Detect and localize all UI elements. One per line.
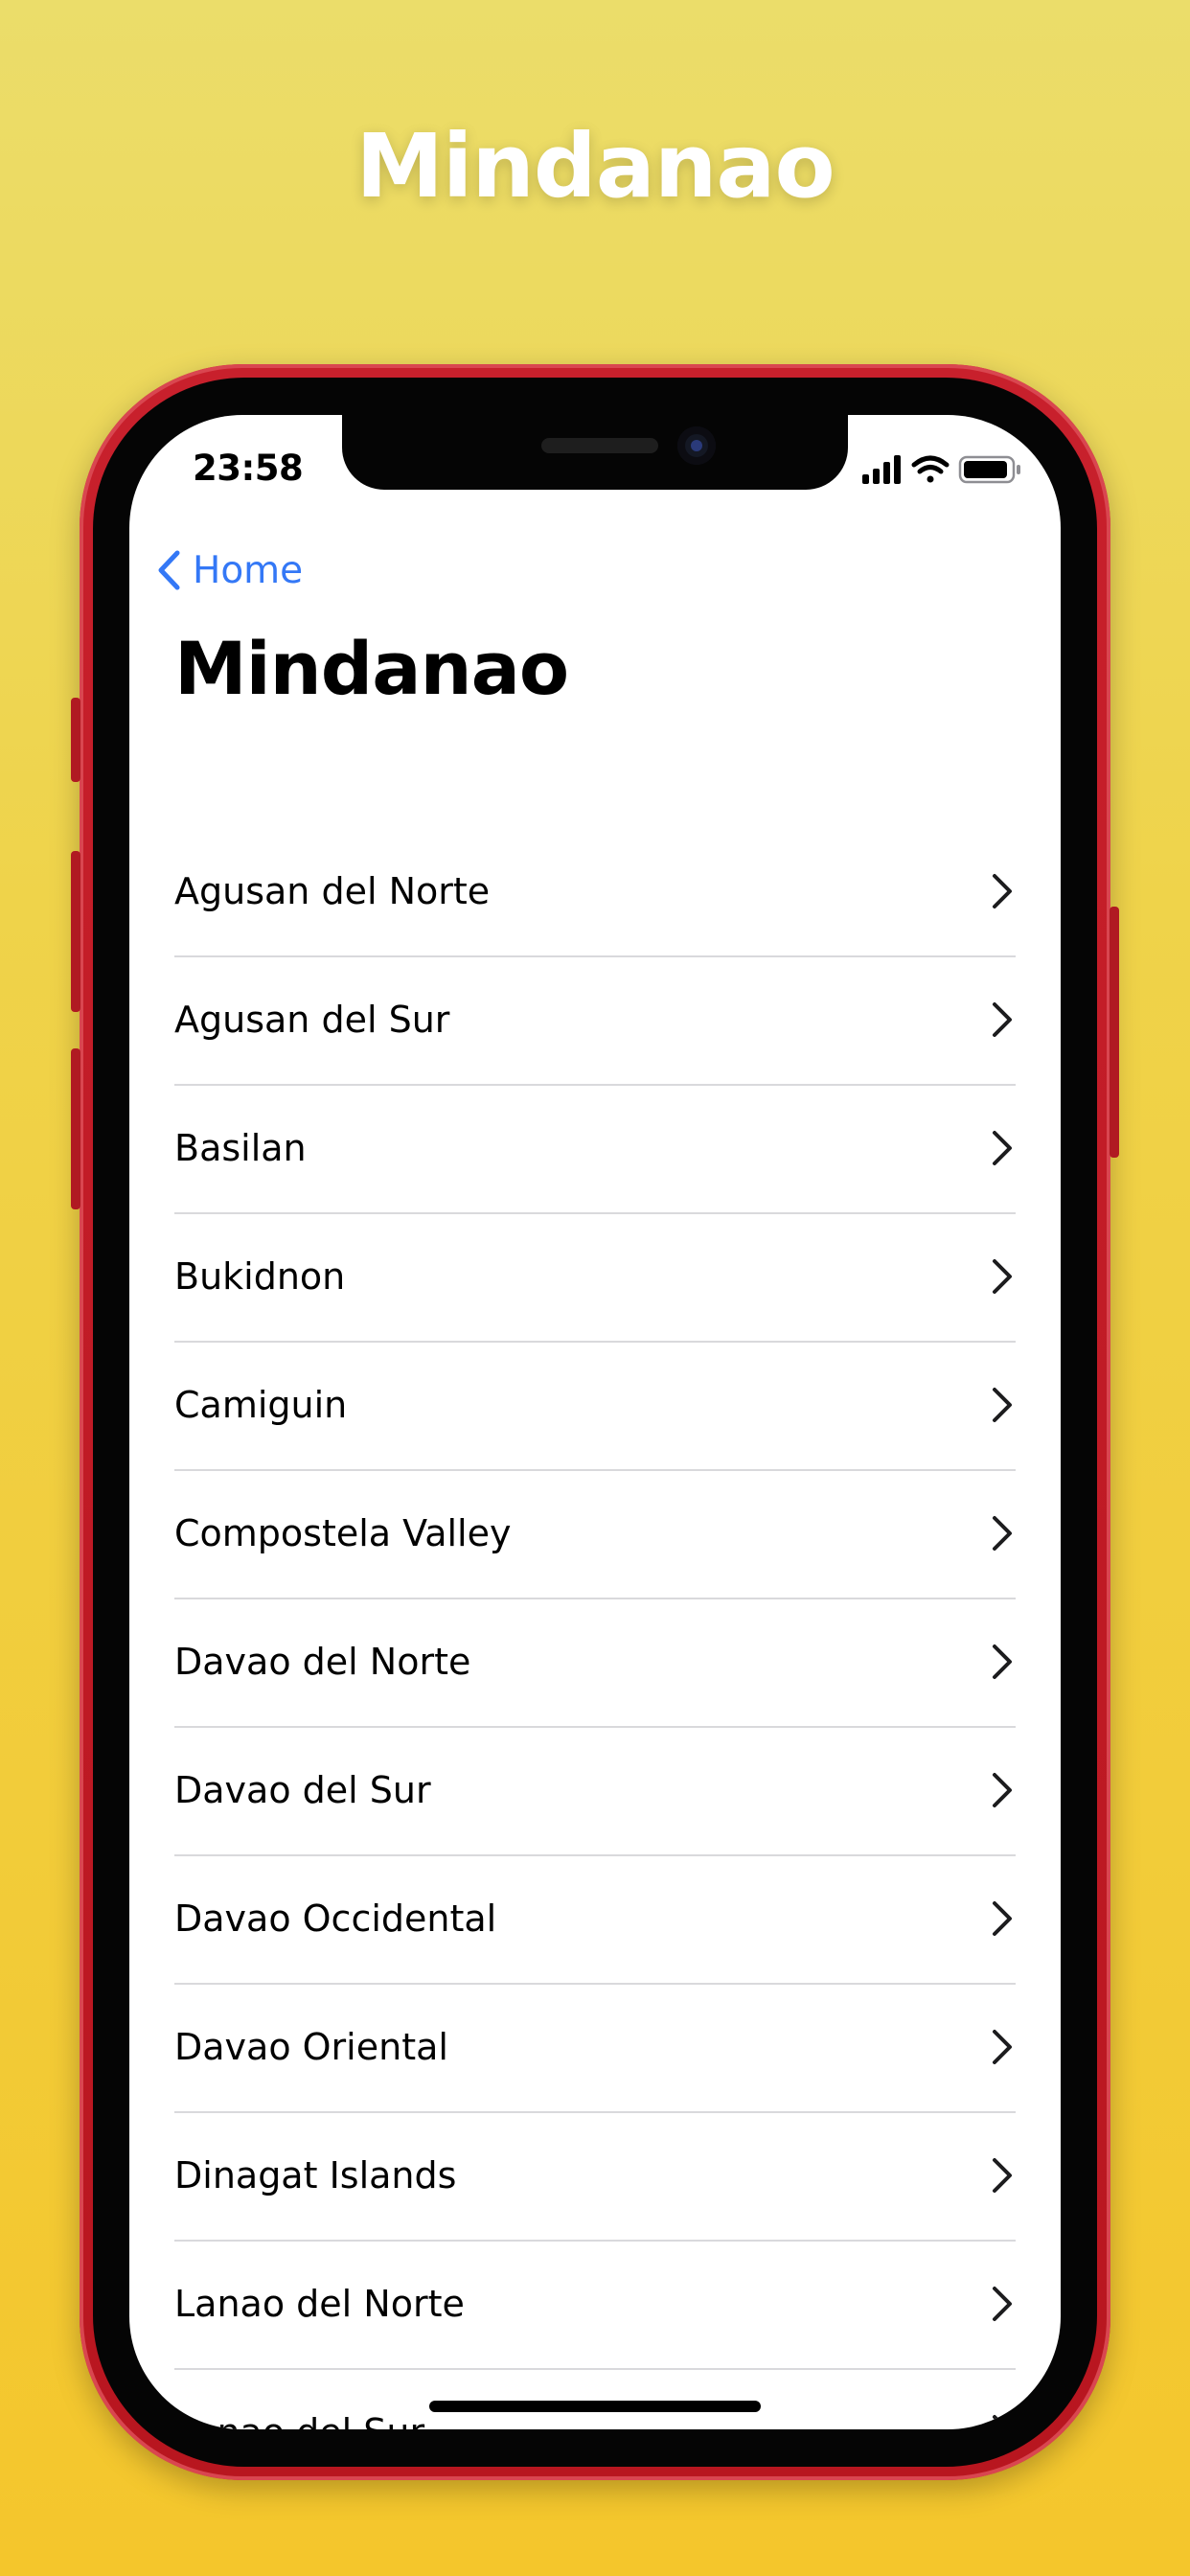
home-indicator[interactable] bbox=[429, 2401, 761, 2412]
list-item[interactable]: Agusan del Sur bbox=[174, 955, 1016, 1084]
list-item[interactable]: Davao Occidental bbox=[174, 1854, 1016, 1983]
list-item-label: Davao Occidental bbox=[174, 1898, 497, 1940]
volume-down-button bbox=[71, 1048, 80, 1209]
list-item[interactable]: Davao Oriental bbox=[174, 1983, 1016, 2111]
chevron-right-icon bbox=[993, 2030, 1012, 2064]
list-item-label: Lanao del Norte bbox=[174, 2283, 465, 2325]
chevron-right-icon bbox=[993, 1259, 1012, 1294]
list-item[interactable]: Lanao del Norte bbox=[174, 2240, 1016, 2368]
list-item-label: Agusan del Norte bbox=[174, 870, 491, 912]
province-list: Agusan del Norte Agusan del Sur Basilan … bbox=[174, 827, 1016, 2429]
chevron-right-icon bbox=[993, 1644, 1012, 1679]
phone-screen: 23:58 Home Mindanao Agusan del Norte Agu… bbox=[129, 415, 1061, 2429]
power-button bbox=[1110, 907, 1119, 1158]
list-item[interactable]: Lanao del Sur bbox=[174, 2368, 1016, 2429]
chevron-right-icon bbox=[993, 1773, 1012, 1807]
back-button-label: Home bbox=[193, 548, 304, 592]
battery-icon bbox=[958, 455, 1020, 484]
chevron-right-icon bbox=[993, 1002, 1012, 1037]
chevron-right-icon bbox=[993, 1131, 1012, 1165]
front-camera bbox=[677, 426, 716, 465]
chevron-right-icon bbox=[993, 874, 1012, 908]
page-title: Mindanao bbox=[174, 626, 569, 711]
list-item-label: Basilan bbox=[174, 1127, 307, 1169]
wifi-icon bbox=[911, 455, 950, 483]
chevron-right-icon bbox=[993, 2415, 1010, 2429]
list-item-label: Camiguin bbox=[174, 1384, 348, 1426]
list-item[interactable]: Compostela Valley bbox=[174, 1469, 1016, 1598]
speaker-grille bbox=[541, 438, 658, 453]
list-item-label: Compostela Valley bbox=[174, 1512, 512, 1554]
list-item-label: Lanao del Sur bbox=[174, 2411, 424, 2429]
list-item[interactable]: Bukidnon bbox=[174, 1212, 1016, 1341]
status-icons bbox=[862, 455, 1020, 484]
list-item[interactable]: Camiguin bbox=[174, 1341, 1016, 1469]
list-item-label: Davao del Sur bbox=[174, 1769, 431, 1811]
list-item-label: Agusan del Sur bbox=[174, 999, 450, 1041]
back-button[interactable]: Home bbox=[156, 541, 303, 599]
list-item[interactable]: Davao del Norte bbox=[174, 1598, 1016, 1726]
list-item-label: Dinagat Islands bbox=[174, 2154, 457, 2196]
banner-title: Mindanao bbox=[355, 115, 835, 218]
chevron-right-icon bbox=[993, 2287, 1012, 2321]
list-item[interactable]: Basilan bbox=[174, 1084, 1016, 1212]
chevron-right-icon bbox=[993, 1388, 1012, 1422]
list-item-label: Bukidnon bbox=[174, 1255, 346, 1298]
list-item-label: Davao Oriental bbox=[174, 2026, 448, 2068]
list-item-label: Davao del Norte bbox=[174, 1641, 471, 1683]
status-time: 23:58 bbox=[193, 448, 304, 489]
volume-up-button bbox=[71, 851, 80, 1012]
chevron-right-icon bbox=[993, 1516, 1012, 1551]
list-item[interactable]: Dinagat Islands bbox=[174, 2111, 1016, 2240]
mute-switch bbox=[71, 698, 80, 782]
cellular-signal-icon bbox=[862, 455, 901, 484]
list-item[interactable]: Agusan del Norte bbox=[174, 827, 1016, 955]
list-item[interactable]: Davao del Sur bbox=[174, 1726, 1016, 1854]
chevron-right-icon bbox=[993, 2158, 1012, 2193]
chevron-left-icon bbox=[158, 550, 180, 590]
notch bbox=[342, 415, 848, 490]
chevron-right-icon bbox=[993, 1901, 1012, 1936]
